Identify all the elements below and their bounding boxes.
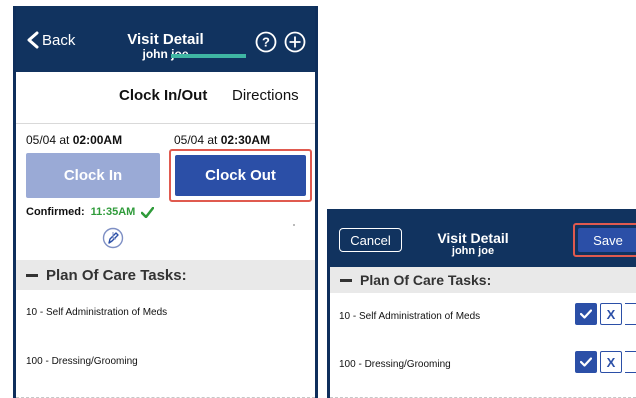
divider [16, 123, 315, 124]
checkmark-icon [580, 357, 592, 367]
more-options-edge [625, 351, 636, 373]
visit-detail-screen-clock: Back Visit Detail john joe ? Clock In/Ou… [13, 6, 318, 398]
header-bar: Cancel Visit Detail john joe Save [330, 209, 636, 267]
plan-of-care-header[interactable]: Plan Of Care Tasks: [330, 267, 636, 293]
confirmed-time: 11:35AM [90, 206, 136, 218]
collapse-icon [26, 273, 38, 277]
tab-clock-in-out[interactable]: Clock In/Out [119, 87, 207, 104]
clock-in-button[interactable]: Clock In [26, 153, 160, 198]
clock-in-time-value: 02:00AM [72, 133, 123, 147]
confirmed-status: Confirmed: 11:35AM [26, 206, 155, 218]
save-button[interactable]: Save [578, 228, 636, 252]
checkmark-icon [141, 206, 155, 218]
clock-out-date: 05/04 at [174, 133, 221, 147]
active-tab-indicator [171, 54, 246, 58]
collapse-icon [340, 278, 352, 282]
clock-in-time: 05/04 at 02:00AM [26, 133, 122, 147]
not-completed-button[interactable]: X [600, 303, 622, 325]
visit-detail-screen-tasks: Cancel Visit Detail john joe Save Plan O… [327, 209, 636, 398]
task-row: 10 - Self Administration of Meds [26, 307, 168, 318]
tab-bar: Clock In/Out Directions [16, 72, 315, 124]
plan-of-care-label: Plan Of Care Tasks: [46, 266, 187, 284]
header-bar: Back Visit Detail john joe ? [16, 6, 315, 72]
task-actions: X [575, 351, 636, 375]
confirmed-label: Confirmed: [26, 206, 85, 218]
plan-of-care-header[interactable]: Plan Of Care Tasks: [16, 260, 315, 290]
help-icon[interactable]: ? [255, 31, 277, 53]
clock-edit-icon[interactable] [102, 227, 124, 249]
clock-out-button[interactable]: Clock Out [175, 155, 306, 196]
complete-task-button[interactable] [575, 303, 597, 325]
task-row: 100 - Dressing/Grooming [339, 359, 451, 370]
task-actions: X [575, 303, 636, 327]
decorative-dot [293, 224, 295, 226]
checkmark-icon [580, 309, 592, 319]
add-icon[interactable] [284, 31, 306, 53]
clock-in-date: 05/04 at [26, 133, 73, 147]
task-row: 100 - Dressing/Grooming [26, 356, 138, 367]
clock-out-time-value: 02:30AM [220, 133, 271, 147]
not-completed-button[interactable]: X [600, 351, 622, 373]
svg-text:?: ? [262, 35, 270, 50]
task-row: 10 - Self Administration of Meds [339, 311, 481, 322]
clock-out-time: 05/04 at 02:30AM [174, 133, 270, 147]
more-options-edge [625, 303, 636, 325]
complete-task-button[interactable] [575, 351, 597, 373]
tab-directions[interactable]: Directions [232, 87, 299, 104]
plan-of-care-label: Plan Of Care Tasks: [360, 272, 492, 288]
